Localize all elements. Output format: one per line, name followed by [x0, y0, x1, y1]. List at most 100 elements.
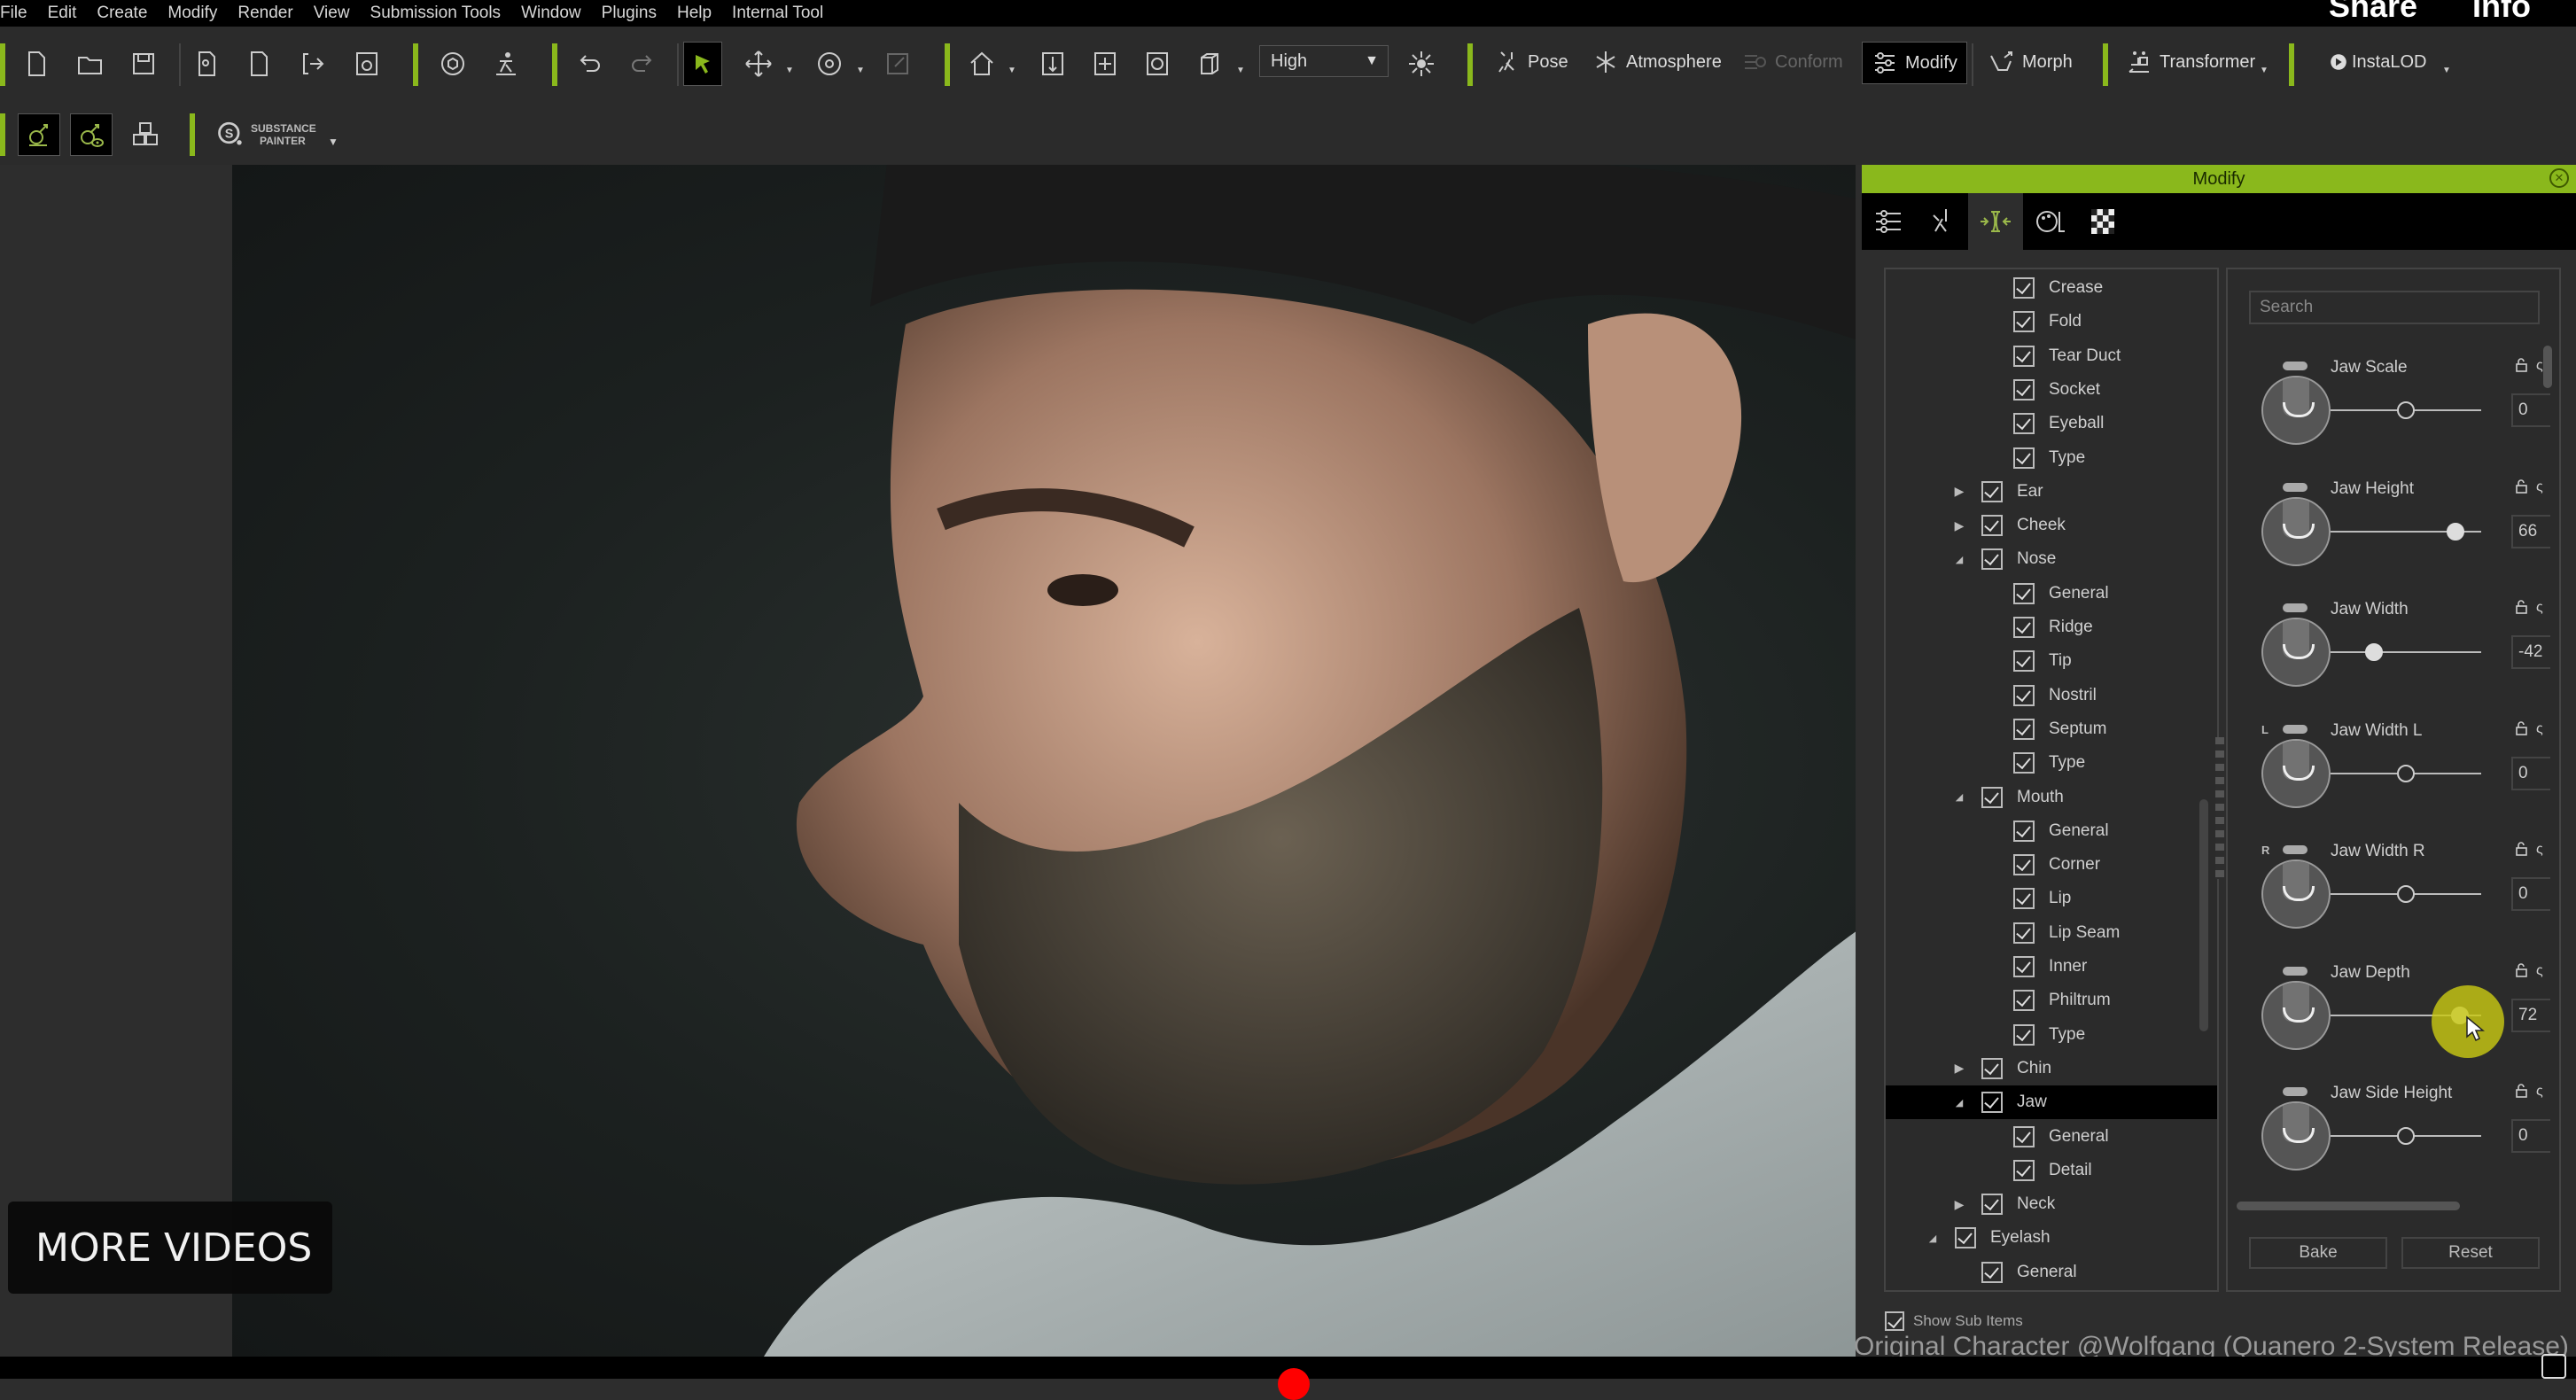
pan-camera-icon[interactable]: [1086, 45, 1124, 82]
search-input[interactable]: [2249, 291, 2540, 324]
checkbox-checked[interactable]: [1885, 1311, 1904, 1331]
collapse-arrow-icon[interactable]: ◢: [1953, 553, 1965, 565]
tree-item-checkbox[interactable]: [2013, 820, 2035, 842]
tree-item-checkbox[interactable]: [1981, 515, 2003, 537]
slider-handle[interactable]: [2397, 764, 2415, 782]
more-videos-button[interactable]: MORE VIDEOS: [8, 1202, 332, 1294]
orbit-camera-icon[interactable]: [1139, 45, 1176, 82]
tree-item-checkbox[interactable]: [2013, 617, 2035, 638]
morph-button[interactable]: Morph: [1983, 44, 2078, 80]
slider-key-pill-icon[interactable]: [2283, 362, 2308, 370]
share-overlay-text[interactable]: Share: [2329, 0, 2417, 25]
slider-key-pill-icon[interactable]: [2283, 966, 2308, 976]
tree-item-checkbox[interactable]: [1955, 1227, 1976, 1249]
video-progress-scrubber[interactable]: [1278, 1368, 1310, 1400]
tab-motion[interactable]: [1915, 193, 1968, 250]
modify-button[interactable]: Modify: [1862, 42, 1967, 84]
tree-item-checkbox[interactable]: [2013, 956, 2035, 977]
slider-track[interactable]: [2331, 651, 2481, 653]
expand-arrow-icon[interactable]: ▶: [1953, 518, 1965, 533]
tree-item[interactable]: ◢ Eyelash: [1886, 1221, 2217, 1255]
light-sun-icon[interactable]: [1403, 45, 1440, 82]
link-icon[interactable]: ς: [2536, 358, 2543, 374]
transformer-dropdown-caret[interactable]: ▼: [2260, 66, 2269, 75]
tree-item[interactable]: Fold: [1886, 305, 2217, 338]
panel-splitter-handle[interactable]: [2215, 737, 2224, 879]
transformer-button[interactable]: Transformer: [2121, 44, 2261, 80]
tree-item[interactable]: General: [1886, 1120, 2217, 1154]
slider-handle[interactable]: [2365, 643, 2384, 661]
tree-item[interactable]: Type: [1886, 1018, 2217, 1052]
tree-item[interactable]: ◢ Nose: [1886, 542, 2217, 576]
tree-item-checkbox[interactable]: [2013, 990, 2035, 1012]
tree-item[interactable]: Eyeball: [1886, 407, 2217, 440]
tree-item[interactable]: Socket: [1886, 373, 2217, 407]
tree-item[interactable]: Nostril: [1886, 679, 2217, 712]
unlock-icon[interactable]: [2515, 600, 2529, 618]
save-icon[interactable]: [125, 45, 162, 82]
morph-category-tree[interactable]: Crease Fold Tear Duct Socket Eyeball Type ▶ Ear…: [1884, 268, 2219, 1292]
projection-dropdown-caret[interactable]: ▼: [1236, 66, 1245, 75]
substance-painter-button[interactable]: S SUBSTANCE PAINTER: [215, 117, 339, 152]
tree-item-checkbox[interactable]: [2013, 854, 2035, 876]
slider-handle[interactable]: [2397, 401, 2415, 419]
tree-item[interactable]: ▶ Ear: [1886, 475, 2217, 509]
motion-path-icon[interactable]: [487, 45, 525, 82]
tree-item-checkbox[interactable]: [2013, 650, 2035, 673]
rotate-dropdown-caret[interactable]: ▼: [856, 66, 865, 75]
tree-item-checkbox[interactable]: [2013, 922, 2035, 944]
tab-texture[interactable]: [2076, 193, 2129, 250]
conform-button[interactable]: Conform: [1736, 44, 1848, 80]
tree-scrollbar[interactable]: [2199, 799, 2208, 1031]
menu-modify[interactable]: Modify: [167, 4, 217, 23]
rotate-icon[interactable]: [811, 45, 848, 82]
tree-item[interactable]: Type: [1886, 441, 2217, 475]
tab-appearance[interactable]: [2023, 193, 2076, 250]
projection-cube-icon[interactable]: [1191, 45, 1228, 82]
unlock-icon[interactable]: [2515, 842, 2529, 860]
import-ic-icon[interactable]: [241, 45, 278, 82]
move-icon[interactable]: [740, 45, 777, 82]
menu-create[interactable]: Create: [97, 4, 147, 23]
tree-item[interactable]: Tear Duct: [1886, 339, 2217, 373]
tree-item-checkbox[interactable]: [1981, 786, 2003, 808]
collapse-arrow-icon[interactable]: ◢: [1926, 1232, 1939, 1244]
import-character-icon[interactable]: [189, 45, 226, 82]
undo-icon[interactable]: [572, 45, 609, 82]
slider-handle[interactable]: [2447, 522, 2465, 541]
tree-item[interactable]: ◢ Jaw: [1886, 1085, 2217, 1120]
tree-item-checkbox[interactable]: [2013, 447, 2035, 469]
tree-item-checkbox[interactable]: [1981, 480, 2003, 502]
slider-value-field[interactable]: 66: [2511, 514, 2550, 548]
tree-item-checkbox[interactable]: [1981, 1057, 2003, 1079]
tree-item[interactable]: ◢ Mouth: [1886, 781, 2217, 814]
slider-key-pill-icon[interactable]: [2283, 845, 2308, 854]
3d-viewport[interactable]: [232, 165, 1856, 1357]
tree-item[interactable]: Ridge: [1886, 611, 2217, 644]
link-icon[interactable]: ς: [2536, 479, 2543, 495]
home-dropdown-caret[interactable]: ▼: [1008, 66, 1016, 75]
collapse-arrow-icon[interactable]: ◢: [1953, 791, 1965, 804]
slider-key-pill-icon[interactable]: [2283, 603, 2308, 612]
menu-window[interactable]: Window: [521, 4, 581, 23]
home-camera-icon[interactable]: [963, 45, 1000, 82]
unlock-icon[interactable]: [2515, 358, 2529, 377]
move-dropdown-caret[interactable]: ▼: [785, 66, 794, 75]
menu-file[interactable]: File: [0, 4, 27, 23]
unlock-icon[interactable]: [2515, 962, 2529, 982]
tree-item[interactable]: Inner: [1886, 950, 2217, 984]
link-icon[interactable]: ς: [2536, 1084, 2543, 1100]
tree-item[interactable]: Tip: [1886, 644, 2217, 678]
slider-value-field[interactable]: 0: [2511, 393, 2550, 427]
tree-item-checkbox[interactable]: [2013, 1125, 2035, 1147]
slider-value-field[interactable]: 0: [2511, 1119, 2550, 1153]
expand-arrow-icon[interactable]: ▶: [1953, 1197, 1965, 1211]
substance-dropdown-caret[interactable]: ▼: [328, 136, 339, 148]
tree-item-checkbox[interactable]: [2013, 413, 2035, 435]
tab-morph[interactable]: [1968, 193, 2023, 250]
motion-pose-icon[interactable]: [18, 113, 60, 156]
tree-item-checkbox[interactable]: [1981, 1261, 2003, 1283]
tab-attributes[interactable]: [1862, 193, 1915, 250]
tree-item-checkbox[interactable]: [2013, 378, 2035, 401]
menu-submission-tools[interactable]: Submission Tools: [370, 4, 502, 23]
